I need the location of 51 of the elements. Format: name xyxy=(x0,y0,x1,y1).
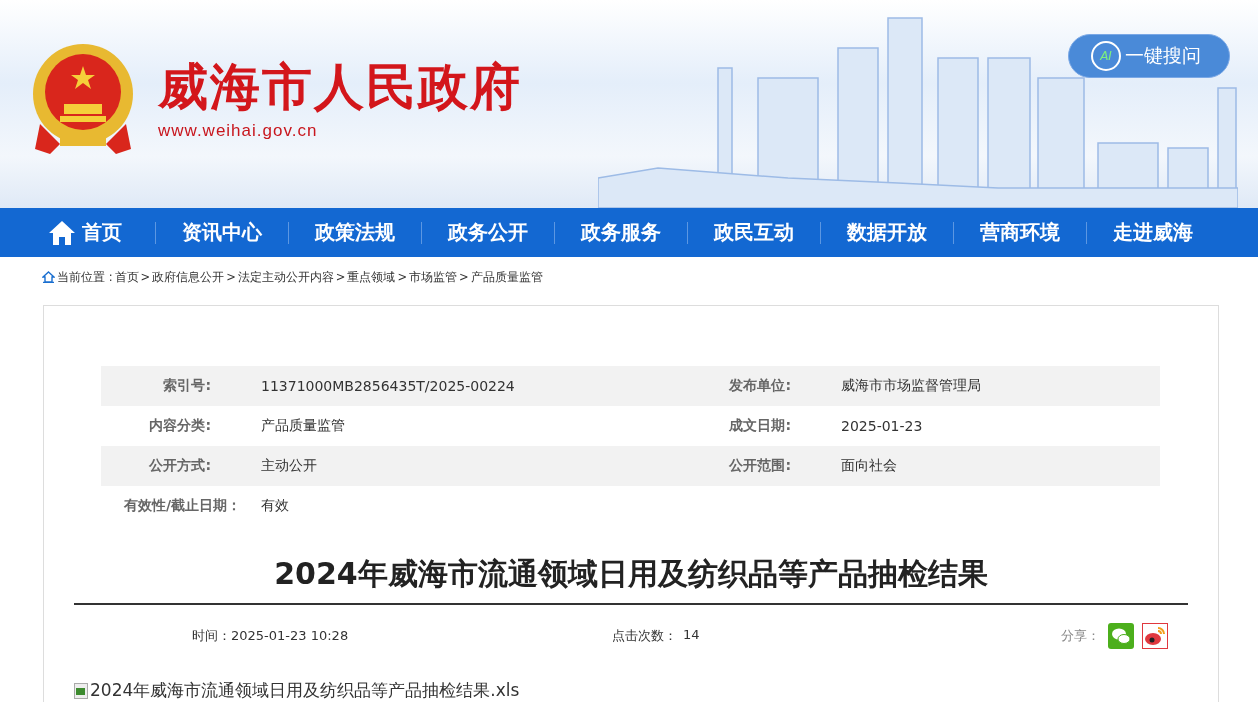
breadcrumb-link[interactable]: 产品质量监管 xyxy=(470,269,543,285)
nav-item[interactable]: 政民互动 xyxy=(695,213,813,252)
spreadsheet-file-icon xyxy=(74,682,88,699)
ai-search-icon: AI xyxy=(1091,41,1121,71)
article-title: 2024年威海市流通领域日用及纺织品等产品抽检结果 xyxy=(74,554,1188,605)
breadcrumb-separator: > xyxy=(459,270,469,284)
field-value: 面向社会 xyxy=(840,457,898,475)
click-count: 14 xyxy=(683,627,700,644)
field-label: 内容分类: xyxy=(148,417,211,435)
field-label: 索引号: xyxy=(162,377,211,395)
breadcrumb-link[interactable]: 重点领域 xyxy=(347,269,396,285)
click-count-label: 点击次数： xyxy=(612,627,677,645)
field-value: 有效 xyxy=(260,497,290,515)
home-icon xyxy=(48,219,76,246)
nav-item[interactable]: 营商环境 xyxy=(961,213,1079,252)
site-url-link[interactable]: www.weihai.gov.cn xyxy=(158,120,522,141)
field-value: 威海市市场监督管理局 xyxy=(840,377,982,395)
nav-item[interactable]: 数据开放 xyxy=(828,213,946,252)
nav-item[interactable]: 政务公开 xyxy=(429,213,547,252)
site-title: 威海市人民政府 xyxy=(158,59,522,115)
field-value: 产品质量监管 xyxy=(260,417,346,435)
field-value: 11371000MB2856435T/2025-00224 xyxy=(260,378,516,394)
breadcrumb-link[interactable]: 市场监管 xyxy=(409,269,458,285)
breadcrumb-link[interactable]: 政府信息公开 xyxy=(152,269,225,285)
breadcrumb-separator: > xyxy=(397,270,408,284)
breadcrumb-separator: > xyxy=(140,270,151,284)
field-value: 主动公开 xyxy=(260,457,318,475)
home-icon xyxy=(42,271,55,283)
breadcrumb-link[interactable]: 法定主动公开内容 xyxy=(237,269,334,285)
national-emblem-icon xyxy=(30,44,136,156)
breadcrumb-separator: > xyxy=(335,270,346,284)
breadcrumb-label: 当前位置 : xyxy=(57,269,113,285)
chat-share-icon[interactable] xyxy=(1108,623,1134,649)
breadcrumb-link[interactable]: 首页 xyxy=(114,269,139,285)
weibo-share-icon[interactable] xyxy=(1142,623,1168,649)
nav-item[interactable]: 政策法规 xyxy=(296,213,414,252)
field-label: 成文日期: xyxy=(728,417,791,435)
ai-search-button[interactable]: AI 一键搜问 xyxy=(1068,34,1230,78)
nav-item[interactable]: 首页 xyxy=(48,213,148,252)
share-label: 分享： xyxy=(1061,627,1100,645)
field-label: 公开方式: xyxy=(148,457,211,475)
nav-item[interactable]: 政务服务 xyxy=(562,213,680,252)
field-label: 公开范围: xyxy=(728,457,791,475)
attachment-link[interactable]: 2024年威海市流通领域日用及纺织品等产品抽检结果.xls xyxy=(90,679,520,702)
publish-time: 时间：2025-01-23 10:28 xyxy=(192,627,350,645)
field-label: 发布单位: xyxy=(728,377,791,395)
breadcrumb-separator: > xyxy=(226,270,236,284)
nav-item[interactable]: 资讯中心 xyxy=(163,213,281,252)
field-label: 有效性/截止日期： xyxy=(122,497,241,515)
nav-item[interactable]: 走进威海 xyxy=(1094,213,1212,252)
field-value: 2025-01-23 xyxy=(840,418,924,434)
